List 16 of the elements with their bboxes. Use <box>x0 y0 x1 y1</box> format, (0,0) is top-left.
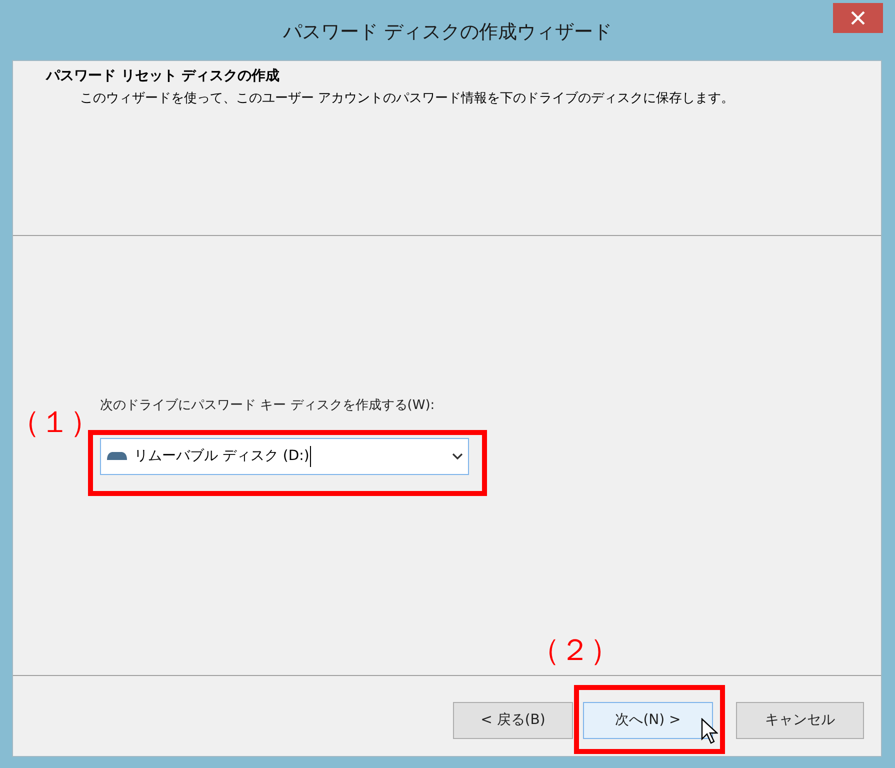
close-icon <box>851 11 865 25</box>
chevron-down-icon <box>452 452 463 460</box>
window-title: パスワード ディスクの作成ウィザード <box>282 20 612 45</box>
annotation-label: （２） <box>530 636 620 666</box>
wizard-button[interactable]: 次へ(N) > <box>583 702 713 739</box>
page-title: パスワード リセット ディスクの作成 <box>46 67 281 86</box>
drive-label: 次のドライブにパスワード キー ディスクを作成する(W): <box>100 397 436 415</box>
close-button[interactable] <box>833 3 883 33</box>
drive-dropdown[interactable]: リムーバブル ディスク (D:) <box>100 438 469 474</box>
drive-icon <box>106 451 128 461</box>
wizard-button[interactable]: < 戻る(B) <box>453 702 573 739</box>
page-description: このウィザードを使って、このユーザー アカウントのパスワード情報を下のドライブのディスクに保存します。 <box>79 90 736 108</box>
dropdown-value: リムーバブル ディスク (D:) <box>134 446 312 466</box>
cursor-icon <box>701 718 718 744</box>
wizard-button[interactable]: キャンセル <box>736 702 864 739</box>
annotation-label: （１） <box>10 408 100 438</box>
